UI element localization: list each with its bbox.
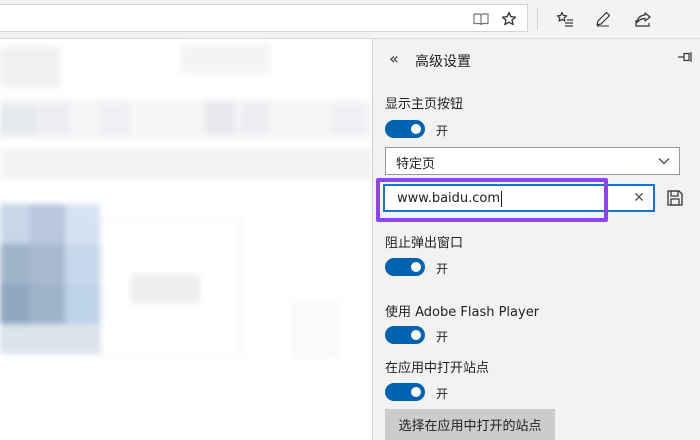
favorite-star-icon xyxy=(501,11,517,26)
dropdown-selected-value: 特定页 xyxy=(396,157,436,172)
blurred-content xyxy=(0,39,372,440)
save-icon xyxy=(667,190,683,206)
show-home-button-state: 开 xyxy=(436,124,449,138)
block-popups-state: 开 xyxy=(436,262,449,276)
toggle-knob xyxy=(411,330,421,340)
reading-view-icon[interactable] xyxy=(468,6,494,32)
reading-view-icon xyxy=(473,13,489,26)
toggle-knob xyxy=(411,262,421,272)
blurred-web-page xyxy=(0,39,372,440)
clear-icon[interactable]: ✕ xyxy=(631,190,647,206)
pin-icon[interactable] xyxy=(676,51,694,69)
favorites-hub-icon xyxy=(556,11,573,27)
panel-title: 高级设置 xyxy=(415,54,471,70)
open-in-apps-toggle[interactable] xyxy=(385,383,425,401)
open-in-apps-state: 开 xyxy=(436,387,449,401)
advanced-settings-panel: « 高级设置 显示主页按钮 开 特定页 www.baidu.com ✕ 阻止弹出… xyxy=(372,39,700,440)
block-popups-toggle[interactable] xyxy=(385,258,425,276)
pin-icon xyxy=(678,52,692,62)
browser-toolbar xyxy=(0,0,700,39)
share-icon xyxy=(634,12,651,27)
toolbar-divider xyxy=(537,8,538,30)
address-bar[interactable] xyxy=(0,4,528,32)
favorite-star-icon[interactable] xyxy=(496,6,522,32)
pen-notes-icon xyxy=(596,11,611,27)
highlight-annotation-box xyxy=(376,178,608,222)
panel-header: « 高级设置 xyxy=(373,39,700,81)
show-home-button-toggle[interactable] xyxy=(385,120,425,138)
choose-sites-open-in-apps-button[interactable]: 选择在应用中打开的站点 xyxy=(385,409,555,440)
flash-player-label: 使用 Adobe Flash Player xyxy=(385,305,540,320)
flash-player-state: 开 xyxy=(436,330,449,344)
block-popups-label: 阻止弹出窗口 xyxy=(385,236,464,251)
save-icon[interactable] xyxy=(663,186,687,210)
toggle-knob xyxy=(411,387,421,397)
back-chevron-icon[interactable]: « xyxy=(385,50,403,68)
open-in-apps-label: 在应用中打开站点 xyxy=(385,361,490,376)
toggle-knob xyxy=(411,124,421,134)
home-page-dropdown[interactable]: 特定页 xyxy=(385,147,680,175)
flash-player-toggle[interactable] xyxy=(385,326,425,344)
pen-notes-icon[interactable] xyxy=(590,6,616,32)
share-icon[interactable] xyxy=(630,6,656,32)
favorites-hub-icon[interactable] xyxy=(552,6,578,32)
show-home-button-label: 显示主页按钮 xyxy=(385,97,464,112)
chevron-down-icon xyxy=(658,158,670,165)
